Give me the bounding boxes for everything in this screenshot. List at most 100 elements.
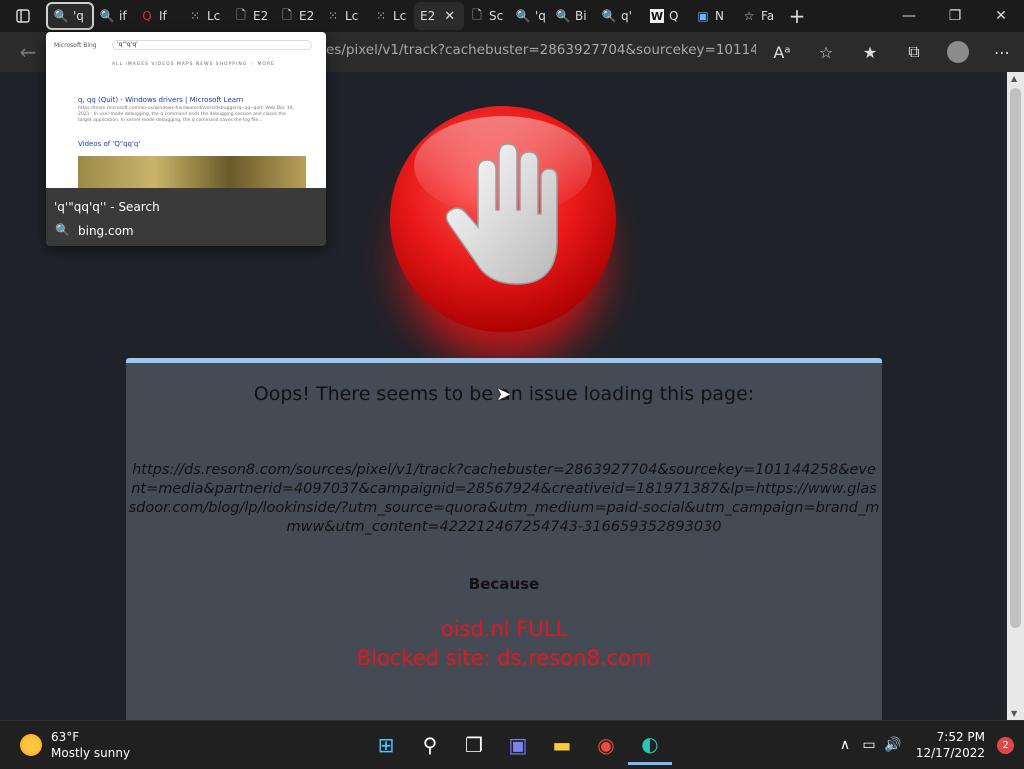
tab-item[interactable]: 🔍 if <box>94 2 134 30</box>
thumbnail-result-snippet: https://learn.microsoft.com/en-us/window… <box>78 106 294 123</box>
tab-label: N <box>715 9 724 23</box>
tab-label: Lc <box>345 9 359 23</box>
favorites-icon[interactable]: ★ <box>848 43 892 62</box>
search-icon: 🔍 <box>53 9 69 23</box>
weather-condition: Mostly sunny <box>51 746 131 760</box>
tab-item[interactable]: ☆ Fa <box>736 2 782 30</box>
tab-item[interactable]: WQ <box>644 2 690 30</box>
add-favorite-icon[interactable]: ☆ <box>804 43 848 62</box>
notification-badge[interactable]: 2 <box>997 736 1014 754</box>
read-aloud-icon[interactable]: A͏ᵃ <box>760 43 804 62</box>
thumbnail-result-title: q, qq (Quit) - Windows drivers | Microso… <box>78 96 244 104</box>
search-icon: 🔍 <box>55 223 70 237</box>
search-icon: 🔍 <box>601 9 617 23</box>
thumbnail-bing-logo: Microsoft Bing <box>54 42 97 49</box>
tab-label: 'q <box>535 9 546 23</box>
collections-icon[interactable]: ⧉ <box>892 42 936 62</box>
clock[interactable]: 7:52 PM 12/17/2022 <box>905 729 985 761</box>
loading-icon: ⁙ <box>189 9 201 23</box>
tab-label: q' <box>621 9 632 23</box>
thumbnail-videos-title: Videos of 'Q"qq'q' <box>78 140 141 148</box>
tab-item[interactable]: 🔍 'q <box>46 2 94 30</box>
tab-item[interactable]: ⁙ Lc <box>368 2 414 30</box>
blocked-site-text: Blocked site: ds.reson8.com <box>356 646 652 670</box>
search-icon: 🔍 <box>515 9 531 23</box>
quora-icon: Q <box>142 9 152 23</box>
taskbar: 63°F Mostly sunny ⊞ ⚲ ❐ ▣ ▬ ◉ ◐ ∧ ▭ 🔊 7:… <box>0 720 1024 768</box>
preview-title: 'q'"qq'q'' - Search <box>54 200 160 214</box>
tab-item[interactable]: ▣ N <box>690 2 736 30</box>
back-button[interactable]: ← <box>8 40 48 64</box>
tab-label: if <box>119 9 127 23</box>
tab-thumbnail: Microsoft Bing 'q'"q'q' ALL IMAGES VIDEO… <box>46 32 326 188</box>
tab-label: E2 <box>420 9 436 23</box>
teams-chat-icon[interactable]: ▣ <box>496 725 540 765</box>
tab-item[interactable]: E2 ✕ <box>414 2 464 30</box>
search-icon: 🔍 <box>555 9 571 23</box>
tab-item[interactable]: 🗋 E2 <box>274 2 320 30</box>
sun-icon <box>20 734 42 756</box>
clock-time: 7:52 PM <box>936 730 985 744</box>
thumbnail-search-box: 'q'"q'q' <box>112 40 312 50</box>
url-field[interactable]: es/pixel/v1/track?cachebuster=2863927704… <box>326 42 756 58</box>
file-explorer-icon[interactable]: ▬ <box>540 725 584 765</box>
loading-icon: ⁙ <box>327 9 339 23</box>
tab-item[interactable]: 🔍 q' <box>596 2 644 30</box>
scroll-down-icon[interactable]: ▼ <box>1011 709 1017 718</box>
minimize-button[interactable]: — <box>886 0 932 32</box>
window-controls: — ❐ ✕ <box>886 0 1024 32</box>
chevron-up-icon[interactable]: ∧ <box>833 737 857 753</box>
thumbnail-video-image <box>78 156 306 188</box>
document-icon: 🗋 <box>472 7 482 22</box>
vertical-scrollbar[interactable]: ▲ ▼ <box>1007 72 1024 720</box>
tab-item[interactable]: 🗋 E2 <box>228 2 274 30</box>
volume-icon[interactable]: 🔊 <box>881 737 905 753</box>
tab-label: Fa <box>761 9 775 23</box>
document-icon: 🗋 <box>282 7 292 22</box>
mouse-cursor-icon: ➤ <box>496 384 512 405</box>
tab-item[interactable]: ⁙ Lc <box>320 2 368 30</box>
tab-label: Q <box>669 9 679 23</box>
tab-item[interactable]: 🗋 Sc <box>464 2 510 30</box>
scrollbar-thumb[interactable] <box>1010 88 1021 628</box>
tab-item[interactable]: 🔍 'q <box>510 2 550 30</box>
scroll-up-icon[interactable]: ▲ <box>1011 74 1017 83</box>
preview-site: bing.com <box>78 224 134 238</box>
start-icon[interactable]: ⊞ <box>364 725 408 765</box>
stop-hand-icon <box>390 106 616 332</box>
weather-widget[interactable]: 63°F Mostly sunny <box>20 729 130 761</box>
search-icon[interactable]: ⚲ <box>408 725 452 765</box>
favorites-icon: ☆ <box>743 9 755 23</box>
system-tray: ∧ ▭ 🔊 7:52 PM 12/17/2022 2 <box>833 721 1024 769</box>
tab-item[interactable]: 🔍 Bi <box>550 2 596 30</box>
task-view-icon[interactable]: ❐ <box>452 725 496 765</box>
tab-actions-icon <box>16 9 30 23</box>
tab-item[interactable]: Q If <box>134 2 182 30</box>
hand-icon <box>445 143 558 285</box>
new-tab-button[interactable]: + <box>782 4 812 28</box>
tab-strip: 🔍 'q 🔍 if Q If ⁙ Lc 🗋 E2 🗋 E2 ⁙ Lc ⁙ Lc E2 ✕ 🗋 Sc 🔍 'q 🔍 Bi 🔍 q' W… <box>46 2 782 30</box>
thumbnail-nav: ALL IMAGES VIDEOS MAPS NEWS SHOPPING ⋮ M… <box>112 62 275 67</box>
profile-avatar[interactable] <box>947 41 969 63</box>
tab-label: 'q <box>73 9 84 23</box>
close-window-button[interactable]: ✕ <box>978 0 1024 32</box>
tab-label: Bi <box>575 9 587 23</box>
close-tab-icon[interactable]: ✕ <box>444 9 455 24</box>
tab-hover-preview: Microsoft Bing 'q'"q'q' ALL IMAGES VIDEO… <box>46 32 326 246</box>
temperature: 63°F <box>51 730 80 744</box>
because-label: Because <box>468 575 540 593</box>
edge-icon[interactable]: ◐ <box>628 725 672 765</box>
tab-label: E2 <box>253 9 269 23</box>
news-icon: ▣ <box>697 9 709 23</box>
network-icon[interactable]: ▭ <box>857 737 881 753</box>
clock-date: 12/17/2022 <box>915 746 985 760</box>
tab-label: E2 <box>299 9 315 23</box>
settings-more-icon[interactable]: ⋯ <box>980 43 1024 62</box>
tab-label: Lc <box>393 9 407 23</box>
chrome-icon[interactable]: ◉ <box>584 725 628 765</box>
restore-button[interactable]: ❐ <box>932 0 978 32</box>
tab-actions-button[interactable] <box>0 0 46 32</box>
block-reason: oisd.nl FULL Blocked site: ds.reson8.com <box>126 615 882 673</box>
blocked-url-text: https://ds.reson8.com/sources/pixel/v1/t… <box>128 462 880 535</box>
tab-item[interactable]: ⁙ Lc <box>182 2 228 30</box>
